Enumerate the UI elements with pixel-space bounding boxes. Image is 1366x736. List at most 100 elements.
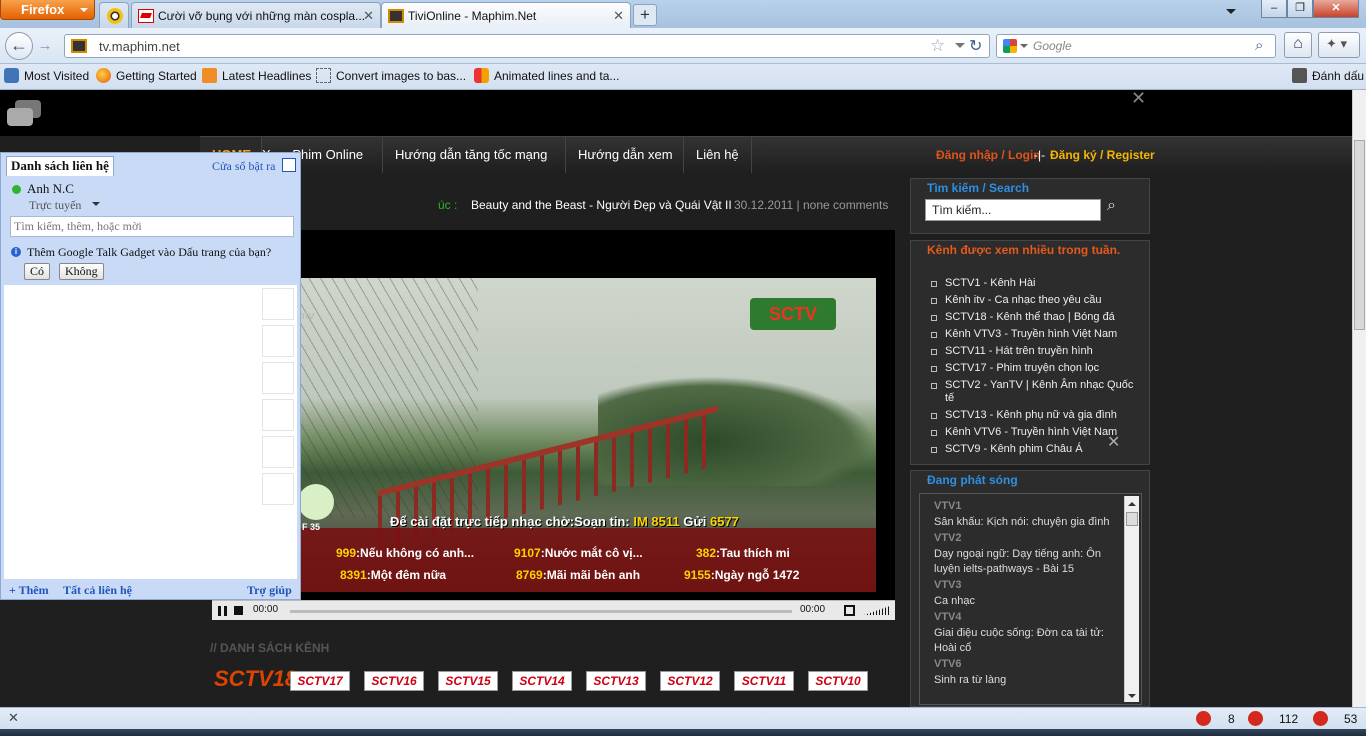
reload-icon[interactable]: ↻: [969, 36, 982, 56]
page-scroll-thumb[interactable]: [1354, 140, 1365, 330]
home-button[interactable]: ⌂: [1284, 32, 1312, 58]
ticker-title-link[interactable]: Beauty and the Beast - Người Đẹp và Quái…: [471, 198, 732, 212]
pause-icon[interactable]: [218, 606, 227, 616]
bookmark-latest-headlines[interactable]: Latest Headlines: [202, 68, 311, 83]
popout-icon[interactable]: [282, 158, 296, 172]
contact-slot[interactable]: [262, 399, 294, 431]
status-select[interactable]: Trực tuyến: [29, 198, 81, 213]
channel-logo-sctv18[interactable]: SCTV18: [214, 666, 297, 692]
channel-logo-sctv13[interactable]: SCTV13: [586, 671, 646, 691]
runner-icon[interactable]: [1248, 711, 1263, 726]
list-item[interactable]: SCTV2 - YanTV | Kênh Âm nhạc Quốc tế: [929, 379, 1135, 405]
bookmarks-icon: [1292, 68, 1307, 83]
menu-lien-he[interactable]: Liên hệ: [684, 137, 752, 173]
channel-logo-sctv15[interactable]: SCTV15: [438, 671, 498, 691]
forward-button[interactable]: →: [34, 37, 56, 56]
channel-logo-sctv16[interactable]: SCTV16: [364, 671, 424, 691]
seek-bar[interactable]: [290, 610, 792, 613]
contacts-tab[interactable]: Danh sách liên hệ: [6, 156, 114, 176]
register-link[interactable]: Đăng ký / Register: [1050, 137, 1155, 173]
all-contacts-link[interactable]: Tất cả liên hệ: [63, 583, 132, 598]
list-item[interactable]: SCTV9 - Kênh phim Châu Á: [929, 443, 1135, 456]
site-identity-icon[interactable]: [71, 39, 87, 53]
maximize-button[interactable]: ❐: [1287, 0, 1313, 18]
firefox-menu-button[interactable]: Firefox: [0, 0, 95, 20]
new-tab-button[interactable]: +: [633, 4, 657, 26]
scroll-down-icon[interactable]: [1128, 694, 1136, 702]
contact-slot[interactable]: [262, 325, 294, 357]
list-item[interactable]: Kênh VTV3 - Truyền hình Việt Nam: [929, 328, 1135, 341]
volume-icon[interactable]: [864, 606, 890, 615]
tools-icon[interactable]: ✕: [1107, 432, 1120, 452]
url-bar[interactable]: tv.maphim.net ☆ ↻: [64, 34, 990, 58]
tab-close-icon[interactable]: ✕: [613, 8, 624, 24]
contact-search-input[interactable]: [10, 216, 294, 237]
back-button[interactable]: ←: [5, 32, 33, 60]
list-item[interactable]: SCTV1 - Kênh Hài: [929, 277, 1135, 290]
close-window-button[interactable]: ✕: [1313, 0, 1359, 18]
list-item[interactable]: SCTV18 - Kênh thể thao | Bóng đá: [929, 311, 1135, 324]
tab-pinned[interactable]: [99, 2, 129, 28]
list-item[interactable]: Kênh VTV6 - Truyền hình Việt Nam: [929, 426, 1135, 439]
list-all-tabs-icon[interactable]: [1226, 9, 1236, 19]
login-link[interactable]: Đăng nhập / Login: [936, 137, 1041, 173]
runner-icon[interactable]: [1313, 711, 1328, 726]
addon-menu-button[interactable]: ✦ ▾: [1318, 32, 1360, 58]
tools-icon[interactable]: ✕: [1131, 90, 1146, 109]
yes-button[interactable]: Có: [24, 263, 51, 280]
help-link[interactable]: Trợ giúp: [247, 583, 292, 598]
url-text[interactable]: tv.maphim.net: [99, 39, 180, 54]
bookmark-star-icon[interactable]: ☆: [930, 36, 945, 56]
close-addon-bar-icon[interactable]: ✕: [8, 710, 19, 726]
menu-huong-dan-xem[interactable]: Hướng dẫn xem: [566, 137, 684, 173]
scroll-thumb[interactable]: [1126, 512, 1138, 526]
now-playing-list[interactable]: VTV1 Sân khấu: Kịch nói: chuyện gia đình…: [919, 493, 1142, 705]
google-engine-icon[interactable]: [1003, 39, 1017, 53]
list-item[interactable]: SCTV13 - Kênh phụ nữ và gia đình: [929, 409, 1135, 422]
chat-icon[interactable]: [7, 100, 41, 128]
no-button[interactable]: Không: [59, 263, 104, 280]
bookmark-convert-images[interactable]: Convert images to bas...: [316, 68, 466, 83]
contact-slot[interactable]: [262, 362, 294, 394]
page-scrollbar[interactable]: [1352, 90, 1366, 707]
contact-list[interactable]: [4, 285, 297, 579]
popout-link[interactable]: Cửa sổ bật ra: [212, 159, 276, 174]
list-item[interactable]: SCTV17 - Phim truyện chọn lọc: [929, 362, 1135, 375]
runner-icon[interactable]: [1196, 711, 1211, 726]
search-placeholder[interactable]: Google: [1033, 39, 1072, 53]
ticker-comments[interactable]: none comments: [803, 198, 888, 212]
bookmark-animated-lines[interactable]: Animated lines and ta...: [474, 68, 619, 83]
minimize-button[interactable]: –: [1261, 0, 1287, 18]
contact-slot[interactable]: [262, 288, 294, 320]
stop-icon[interactable]: [234, 606, 243, 615]
video-frame[interactable]: SCTV ntv F 35 Để cài đặt trực tiếp nhạc …: [298, 278, 876, 592]
channel-logo-sctv14[interactable]: SCTV14: [512, 671, 572, 691]
search-icon[interactable]: ⌕: [1255, 37, 1263, 54]
tab-tivionline[interactable]: TiviOnline - Maphim.Net ✕: [381, 2, 631, 28]
bookmark-getting-started[interactable]: Getting Started: [96, 68, 197, 83]
bookmark-most-visited[interactable]: Most Visited: [4, 68, 89, 83]
channel-logo-sctv17[interactable]: SCTV17: [290, 671, 350, 691]
status-dropdown-icon[interactable]: [92, 202, 100, 210]
engine-dropdown-icon[interactable]: [1020, 44, 1028, 52]
tab-close-icon[interactable]: ✕: [363, 8, 374, 24]
contact-slot[interactable]: [262, 473, 294, 505]
now-playing-scrollbar[interactable]: [1124, 496, 1139, 702]
list-item[interactable]: Kênh itv - Ca nhạc theo yêu cầu: [929, 294, 1135, 307]
site-search-input[interactable]: [925, 199, 1101, 221]
url-history-dropdown-icon[interactable]: [955, 43, 965, 53]
fullscreen-icon[interactable]: [844, 605, 855, 616]
search-icon[interactable]: ⌕: [1107, 197, 1116, 215]
search-bar[interactable]: Google ⌕: [996, 34, 1276, 58]
menu-tang-toc-mang[interactable]: Hướng dẫn tăng tốc mạng: [383, 137, 566, 173]
video-player[interactable]: SCTV ntv F 35 Để cài đặt trực tiếp nhạc …: [212, 230, 895, 620]
add-contact-link[interactable]: + Thêm: [9, 583, 49, 598]
contact-slot[interactable]: [262, 436, 294, 468]
bookmarks-menu[interactable]: Đánh dấu: [1292, 68, 1364, 83]
tab-cosplay[interactable]: Cười vỡ bụng với những màn cospla... ✕: [131, 2, 381, 28]
channel-logo-sctv12[interactable]: SCTV12: [660, 671, 720, 691]
list-item[interactable]: SCTV11 - Hát trên truyền hình: [929, 345, 1135, 358]
channel-logo-sctv11[interactable]: SCTV11: [734, 671, 794, 691]
scroll-up-icon[interactable]: [1128, 498, 1136, 506]
channel-logo-sctv10[interactable]: SCTV10: [808, 671, 868, 691]
